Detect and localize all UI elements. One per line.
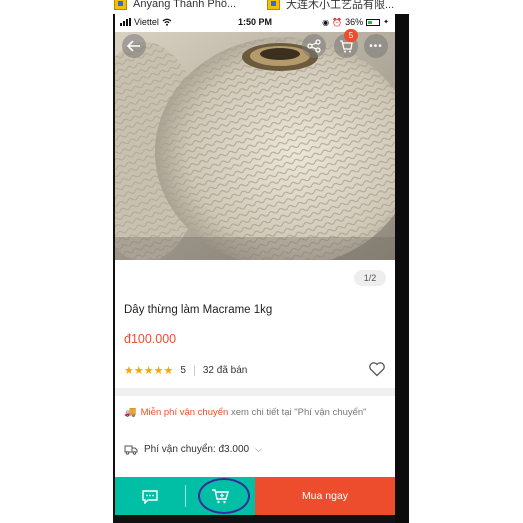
free-shipping-detail: xem chi tiết tại "Phí vận chuyển" <box>230 407 367 418</box>
phone-screen: Viettel 1:50 PM ◉ ⏰ 36% ✦ 5 ••• 1/2 Dây … <box>115 14 395 523</box>
rating-stars: ★★★★★ <box>124 364 174 377</box>
rating-divider <box>193 364 195 376</box>
bottom-bar-separator <box>185 485 186 507</box>
phone-frame: Viettel 1:50 PM ◉ ⏰ 36% ✦ 5 ••• 1/2 Dây … <box>113 14 409 523</box>
browser-tab[interactable]: 大连木小工艺品有限... <box>267 0 394 13</box>
back-button[interactable] <box>122 34 146 58</box>
heart-icon[interactable] <box>368 361 386 377</box>
arrow-left-icon <box>127 40 140 52</box>
browser-tab[interactable]: Anyang Thành Phố... <box>114 0 236 13</box>
product-image[interactable] <box>115 32 395 260</box>
status-right: ◉ ⏰ 36% ✦ <box>322 17 389 27</box>
shipping-fee-label: Phí vận chuyển: đ3.000 <box>144 444 250 455</box>
bottom-action-bar: Mua ngay <box>115 477 395 515</box>
cart-count-badge: 5 <box>344 29 358 42</box>
chat-button[interactable] <box>115 477 185 515</box>
shipping-fee-row[interactable]: Phí vận chuyển: đ3.000 ⌵ <box>124 444 262 455</box>
highlight-circle-annotation <box>198 478 250 514</box>
section-divider <box>115 388 395 396</box>
phone-edge <box>395 14 409 523</box>
browser-tab-strip: Anyang Thành Phố... 大连木小工艺品有限... <box>110 0 410 14</box>
favicon-icon <box>114 0 127 10</box>
more-dots-icon: ••• <box>369 40 383 52</box>
browser-tab-title: Anyang Thành Phố... <box>133 0 237 10</box>
more-options-button[interactable]: ••• <box>364 34 388 58</box>
free-shipping-label: Miễn phí vận chuyển <box>140 407 229 418</box>
product-title: Dây thừng làm Macrame 1kg <box>124 304 273 316</box>
rating-value: 5 <box>180 364 186 376</box>
alarm-icon: ⏰ <box>332 17 343 27</box>
chat-icon <box>142 489 158 504</box>
battery-percent: 36% <box>345 17 364 27</box>
rating-row: ★★★★★ 5 32 đã bán <box>124 362 386 378</box>
home-indicator-strip <box>115 515 395 523</box>
share-button[interactable] <box>302 34 326 58</box>
delivery-truck-icon <box>124 445 138 455</box>
location-icon: ◉ <box>322 17 330 27</box>
share-icon <box>307 39 321 53</box>
sold-count: 32 đã bán <box>202 364 248 376</box>
rope-spool-photo <box>115 32 395 260</box>
favicon-icon <box>267 0 280 10</box>
screenshot-canvas: Anyang Thành Phố... 大连木小工艺品有限... Viettel <box>0 0 523 523</box>
free-shipping-info[interactable]: 🚚 Miễn phí vận chuyển xem chi tiết tại "… <box>124 407 386 419</box>
buy-now-button[interactable]: Mua ngay <box>255 477 395 515</box>
image-counter: 1/2 <box>354 270 386 286</box>
browser-tab-title: 大连木小工艺品有限... <box>286 0 395 11</box>
chevron-down-icon: ⌵ <box>255 444 262 454</box>
charging-icon: ✦ <box>383 19 389 26</box>
product-price: đ100.000 <box>124 332 177 346</box>
battery-icon <box>366 18 381 26</box>
truck-icon: 🚚 <box>124 407 137 418</box>
